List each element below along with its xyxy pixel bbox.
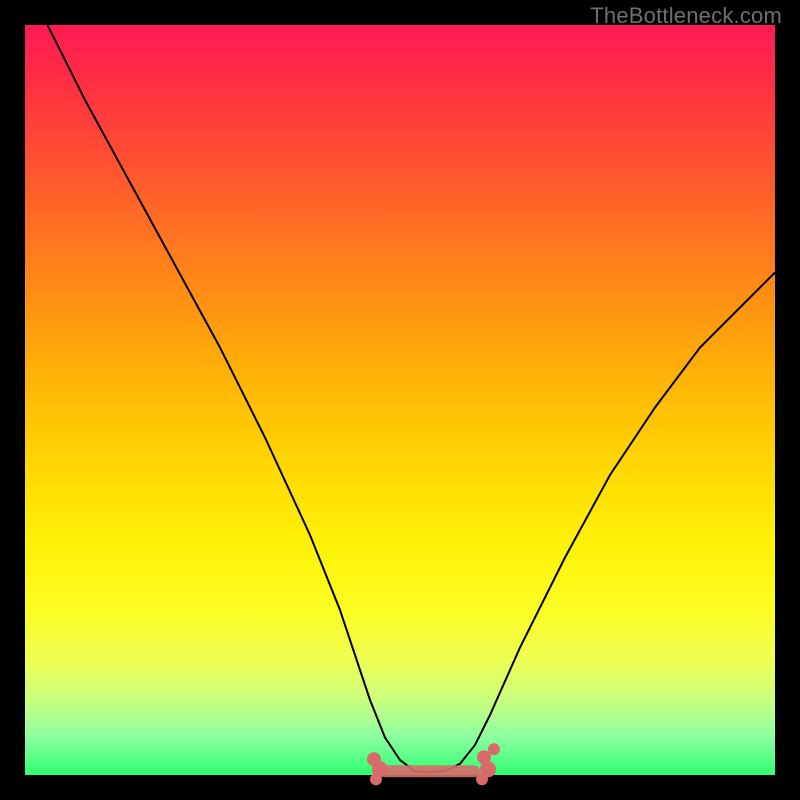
bottleneck-curve [48,25,776,772]
chart-svg [25,25,775,775]
plot-area [25,25,775,775]
chart-frame: TheBottleneck.com [0,0,800,800]
bottom-marker-cluster [367,743,500,785]
